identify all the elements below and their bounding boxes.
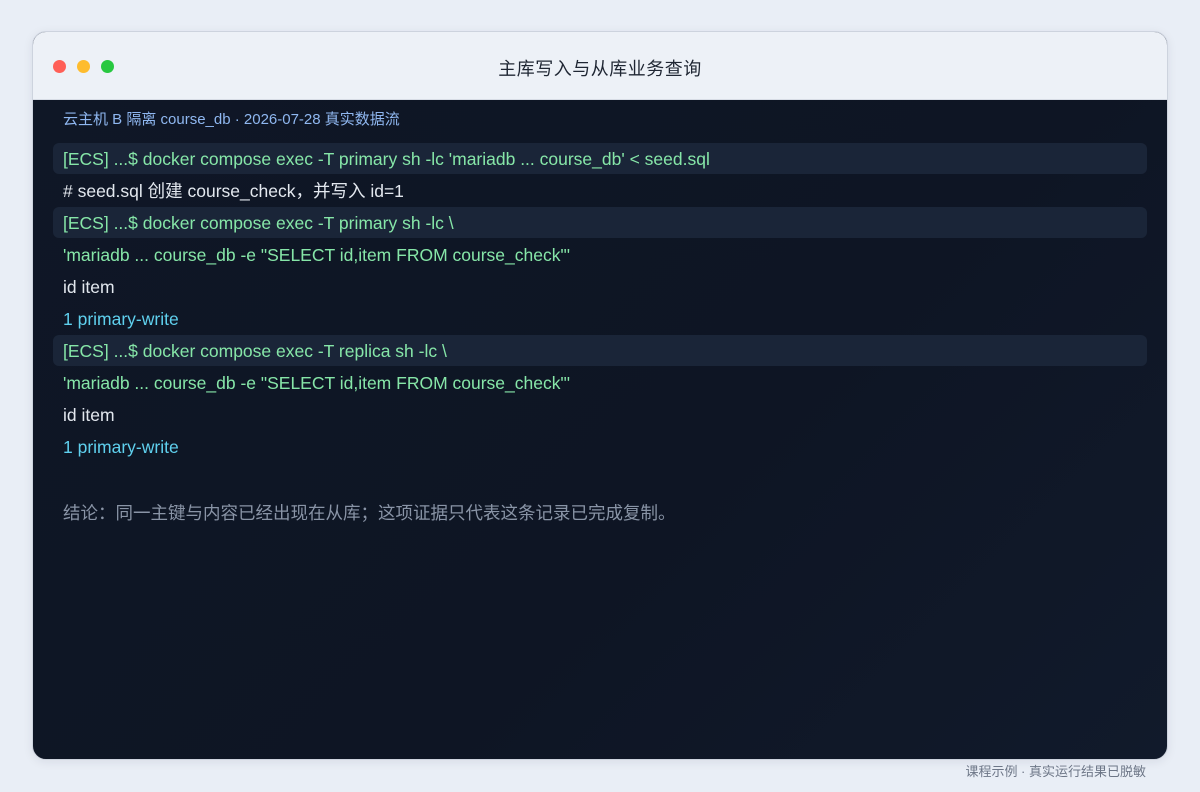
terminal-lines: [ECS] ...$ docker compose exec -T primar… (53, 143, 1147, 463)
terminal-line-continuation: 'mariadb ... course_db -e "SELECT id,ite… (63, 373, 571, 393)
conclusion-note: 结论：同一主键与内容已经出现在从库；这项证据只代表这条记录已完成复制。 (63, 503, 676, 523)
terminal-line-result-row: 1 primary-write (63, 309, 179, 329)
terminal-window: 主库写入与从库业务查询 云主机 B 隔离 course_db · 2026-07… (32, 31, 1168, 760)
window-titlebar: 主库写入与从库业务查询 (33, 32, 1167, 100)
footer-note: 课程示例 · 真实运行结果已脱敏 (965, 764, 1146, 779)
terminal-line-command: [ECS] ...$ docker compose exec -T replic… (53, 335, 1147, 366)
terminal-line-continuation: 'mariadb ... course_db -e "SELECT id,ite… (63, 245, 571, 265)
terminal-line-result-row: 1 primary-write (63, 437, 179, 457)
host-info-line: 云主机 B 隔离 course_db · 2026-07-28 真实数据流 (63, 111, 400, 128)
terminal-line-command: [ECS] ...$ docker compose exec -T primar… (53, 207, 1147, 238)
window-title: 主库写入与从库业务查询 (498, 59, 702, 79)
terminal-line-command: [ECS] ...$ docker compose exec -T primar… (53, 143, 1147, 174)
terminal-line-result-header: id item (63, 405, 115, 425)
terminal-line-result-header: id item (63, 277, 115, 297)
terminal-line-comment: # seed.sql 创建 course_check，并写入 id=1 (63, 181, 404, 201)
